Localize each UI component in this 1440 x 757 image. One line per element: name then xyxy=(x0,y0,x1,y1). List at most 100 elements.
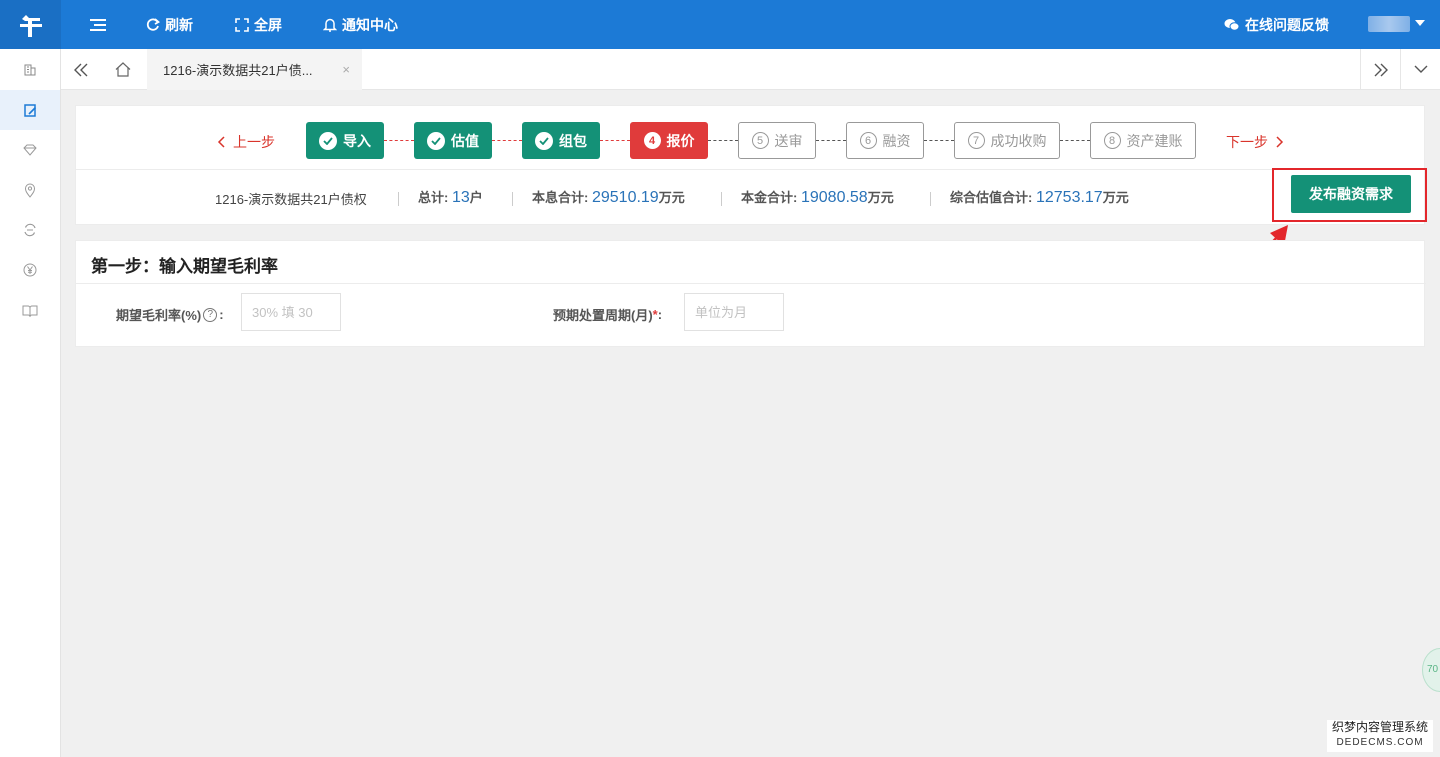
chevron-right-icon xyxy=(1276,136,1284,148)
check-icon xyxy=(323,136,333,145)
step-acquisition-number: 7 xyxy=(967,132,985,149)
deal-summary: 1216-演示数据共21户债权 总计: 13户 本息合计: 29510.19 万元… xyxy=(76,170,1426,226)
next-step-label: 下一步 xyxy=(1226,134,1268,150)
fullscreen-button[interactable]: 全屏 xyxy=(235,0,282,49)
double-chevron-right-icon xyxy=(1374,63,1388,76)
yen-icon xyxy=(23,263,37,277)
feedback-button[interactable]: 在线问题反馈 xyxy=(1224,0,1329,49)
step-asset-setup-number: 8 xyxy=(1103,132,1121,149)
margin-input[interactable] xyxy=(241,293,341,331)
top-bar: 刷新 全屏 通知中心 在线问题反馈 xyxy=(0,0,1440,49)
divider xyxy=(512,192,513,206)
sidebar-item-location[interactable] xyxy=(0,170,60,210)
prev-step-label: 上一步 xyxy=(233,134,275,150)
summary-deal-name: 1216-演示数据共21户债权 xyxy=(215,189,367,208)
summary-total: 总计: 13户 xyxy=(418,187,483,207)
workflow-card: 上一步 导入 估值 组包 4 报价 5 送审 6 融资 7 成功收购 8 资产建… xyxy=(75,105,1426,226)
chevron-down-icon[interactable] xyxy=(1415,20,1425,26)
sidebar-item-yen[interactable] xyxy=(0,250,60,290)
step-import-label: 导入 xyxy=(343,132,371,149)
tab-home[interactable] xyxy=(103,49,143,90)
divider xyxy=(721,192,722,206)
step-financing-number: 6 xyxy=(859,132,877,149)
step-progress: 上一步 导入 估值 组包 4 报价 5 送审 6 融资 7 成功收购 8 资产建… xyxy=(76,122,1426,160)
interest-value: 29510.19 xyxy=(591,189,659,206)
check-icon xyxy=(539,136,549,145)
book-icon xyxy=(22,305,38,317)
tab-active-label: 1216-演示数据共21户债... xyxy=(163,63,313,78)
step-quote[interactable]: 4 报价 xyxy=(630,122,708,159)
divider xyxy=(930,192,931,206)
total-label: 总计: xyxy=(418,190,449,205)
margin-label-suffix: : xyxy=(219,307,224,322)
total-unit: 户 xyxy=(469,190,483,205)
step-connector xyxy=(384,140,414,141)
tab-scroll-right-button[interactable] xyxy=(1360,49,1400,90)
valuation-value: 12753.17 xyxy=(1035,189,1103,206)
step-package[interactable]: 组包 xyxy=(522,122,600,159)
step-asset-setup[interactable]: 8 资产建账 xyxy=(1090,122,1196,159)
tab-dropdown-button[interactable] xyxy=(1400,49,1440,90)
location-pin-icon xyxy=(24,183,36,198)
refresh-button[interactable]: 刷新 xyxy=(146,0,193,49)
step-connector xyxy=(600,140,630,141)
step-quote-number: 4 xyxy=(643,132,661,149)
step-connector xyxy=(1060,140,1090,141)
sidebar-item-exchange[interactable] xyxy=(0,210,60,250)
step-connector xyxy=(708,140,738,141)
period-input[interactable] xyxy=(684,293,784,331)
step-valuation-label: 估值 xyxy=(451,132,479,149)
bell-icon xyxy=(323,18,337,32)
principal-value: 19080.58 xyxy=(800,189,868,206)
period-label-suffix: : xyxy=(657,307,663,322)
logo[interactable] xyxy=(0,0,61,49)
step-quote-label: 报价 xyxy=(666,132,695,149)
principal-unit: 万元 xyxy=(867,190,894,205)
sidebar-item-book[interactable] xyxy=(0,290,60,330)
step-financing[interactable]: 6 融资 xyxy=(846,122,924,159)
double-chevron-left-icon xyxy=(74,63,88,76)
diamond-icon xyxy=(23,144,37,156)
step-review[interactable]: 5 送审 xyxy=(738,122,816,159)
refresh-icon xyxy=(146,17,160,31)
step-review-label: 送审 xyxy=(774,132,803,149)
chevron-left-icon xyxy=(217,136,225,148)
interest-label: 本息合计: xyxy=(532,190,589,205)
step-connector xyxy=(924,140,954,141)
deal-name-text: 1216-演示数据共21户债权 xyxy=(215,192,367,207)
notification-center-button[interactable]: 通知中心 xyxy=(323,0,398,49)
step-connector xyxy=(492,140,522,141)
menu-toggle-icon xyxy=(90,18,106,31)
home-icon xyxy=(115,62,131,77)
tab-scroll-left-button[interactable] xyxy=(61,49,101,90)
publish-financing-button[interactable]: 发布融资需求 xyxy=(1291,175,1411,213)
fullscreen-icon xyxy=(235,17,249,32)
step-import[interactable]: 导入 xyxy=(306,122,384,159)
prev-step-link[interactable]: 上一步 xyxy=(217,132,275,152)
fullscreen-label: 全屏 xyxy=(254,16,282,33)
period-label-text: 预期处置周期(月) xyxy=(553,308,653,323)
margin-label: 期望毛利率(%) ? : xyxy=(116,305,224,324)
menu-toggle-button[interactable] xyxy=(90,0,106,49)
margin-label-text: 期望毛利率(%) xyxy=(116,308,202,323)
step-one-card: 第一步：输入期望毛利率 期望毛利率(%) ? : 预期处置周期(月) * : xyxy=(75,240,1426,347)
step-acquisition[interactable]: 7 成功收购 xyxy=(954,122,1060,159)
watermark: 织梦内容管理系统 DEDECMS.COM xyxy=(1327,720,1433,752)
valuation-unit: 万元 xyxy=(1102,190,1129,205)
help-icon[interactable]: ? xyxy=(203,307,218,322)
sidebar-item-building[interactable] xyxy=(0,50,60,90)
user-name-blurred[interactable] xyxy=(1368,16,1410,32)
floating-widget[interactable]: 70 xyxy=(1422,648,1440,692)
next-step-link[interactable]: 下一步 xyxy=(1226,132,1284,152)
sidebar-item-diamond[interactable] xyxy=(0,130,60,170)
tab-active-deal[interactable]: 1216-演示数据共21户债... × xyxy=(147,49,362,90)
summary-principal: 本金合计: 19080.58万元 xyxy=(741,187,894,207)
summary-valuation: 综合估值合计: 12753.17万元 xyxy=(950,187,1129,207)
divider xyxy=(76,283,1426,284)
close-icon[interactable]: × xyxy=(342,62,350,77)
watermark-line2: DEDECMS.COM xyxy=(1336,737,1424,748)
step-connector xyxy=(816,140,846,141)
exchange-icon xyxy=(24,223,36,237)
sidebar-item-edit-doc[interactable] xyxy=(0,90,60,130)
step-valuation[interactable]: 估值 xyxy=(414,122,492,159)
